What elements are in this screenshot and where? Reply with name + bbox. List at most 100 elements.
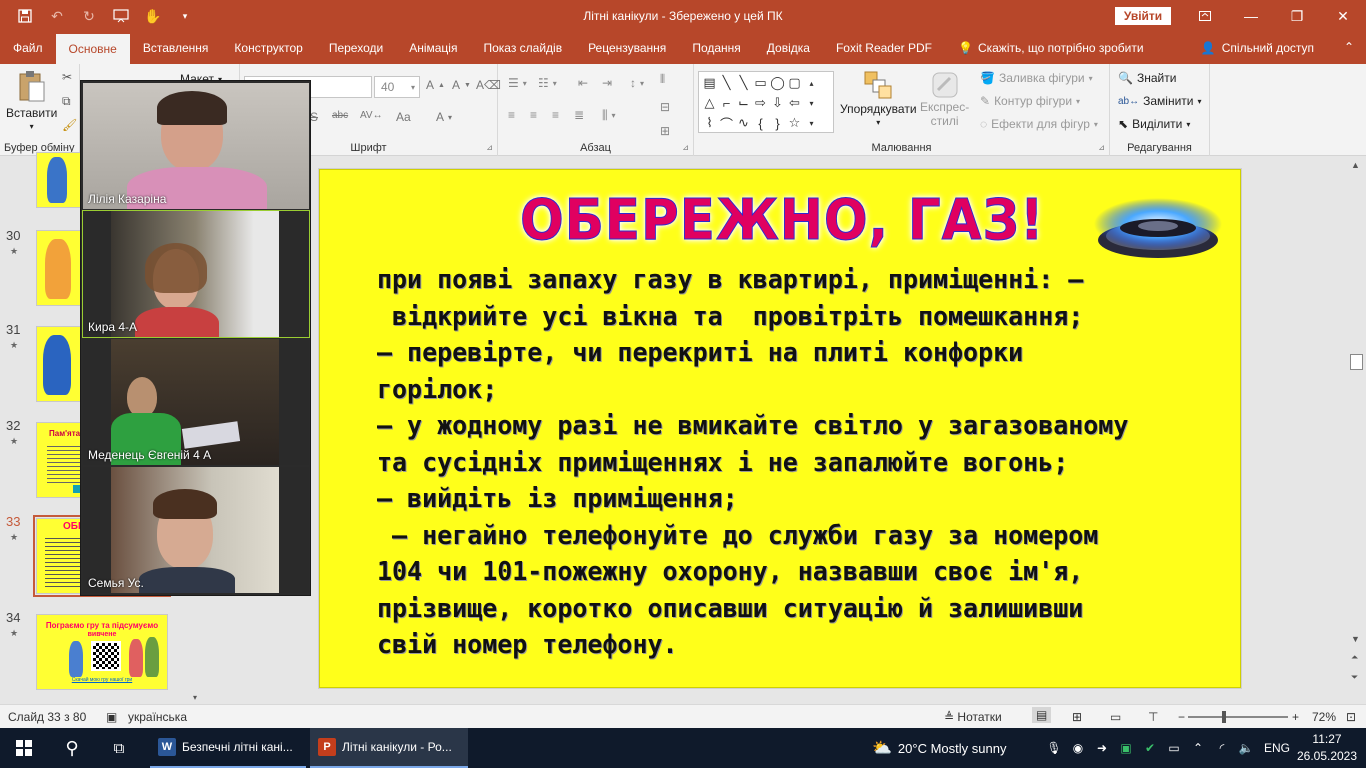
tab-file[interactable]: Файл <box>0 32 56 64</box>
textbox-shape-icon[interactable]: ▤ <box>701 73 718 93</box>
copy-icon[interactable]: ⧉ <box>62 94 71 109</box>
save-icon[interactable] <box>10 0 40 32</box>
start-button[interactable] <box>8 728 40 768</box>
font-size-box[interactable]: 40 ▾ <box>374 76 420 98</box>
tab-view[interactable]: Подання <box>679 32 753 64</box>
drawing-dialog-launcher-icon[interactable]: ⊿ <box>1098 143 1105 152</box>
taskbar-word-window[interactable]: W Безпечні літні кані... <box>150 728 306 768</box>
current-slide[interactable]: ОБЕРЕЖНО, ГАЗ! при появі запаху газу в к… <box>319 169 1241 688</box>
share-button[interactable]: 👤 Спільний доступ <box>1201 32 1314 64</box>
system-clock[interactable]: 11:27 26.05.2023 <box>1296 731 1358 765</box>
input-language[interactable]: ENG <box>1264 728 1290 768</box>
freeform-shape-icon[interactable]: ⌇ <box>701 113 718 133</box>
slide-body-text[interactable]: при появі запаху газу в квартирі, приміщ… <box>377 262 1174 664</box>
columns-icon[interactable]: ⫼ ▾ <box>602 108 616 123</box>
zoom-slider-thumb[interactable] <box>1222 711 1226 723</box>
star-shape-icon[interactable]: ☆ <box>786 113 803 133</box>
participant-tile[interactable]: Кира 4-А <box>82 210 310 338</box>
find-button[interactable]: 🔍 Знайти <box>1118 71 1176 85</box>
normal-view-icon[interactable]: ▤ <box>1032 707 1052 723</box>
line-shape-icon[interactable]: ╲ <box>735 73 752 93</box>
video-call-panel[interactable]: Лілія Казаріна Кира 4-А Меденець Євгеній… <box>80 80 311 596</box>
notes-button[interactable]: ≜ Нотатки <box>944 710 1002 724</box>
decrease-indent-icon[interactable]: ⇤ <box>578 76 588 90</box>
elbow-connector-icon[interactable]: ⌐ <box>718 93 735 113</box>
signin-button[interactable]: Увійти <box>1115 7 1171 25</box>
arrow-down-shape-icon[interactable]: ⇩ <box>769 93 786 113</box>
increase-indent-icon[interactable]: ⇥ <box>602 76 612 90</box>
zoom-out-icon[interactable]: − <box>1178 710 1185 724</box>
scroll-up-icon[interactable]: ▲ <box>1351 160 1360 170</box>
strikethrough-abc-icon[interactable]: abc <box>332 110 348 121</box>
rectangle-shape-icon[interactable]: ▭ <box>752 73 769 93</box>
tab-review[interactable]: Рецензування <box>575 32 679 64</box>
taskbar-powerpoint-window[interactable]: P Літні канікули - Ро... <box>310 728 468 768</box>
tab-home[interactable]: Основне <box>55 34 130 64</box>
participant-tile[interactable]: Семья Ус. <box>83 467 309 593</box>
smartart-icon[interactable]: ⊞ <box>660 124 670 138</box>
align-right-icon[interactable]: ≡ <box>552 108 559 122</box>
collapse-ribbon-icon[interactable]: ⌃ <box>1344 40 1354 54</box>
replace-button[interactable]: ab↔ Замінити ▾ <box>1118 94 1202 108</box>
start-from-beginning-icon[interactable] <box>106 0 136 32</box>
gallery-down-icon[interactable]: ▾ <box>803 93 820 113</box>
font-dialog-launcher-icon[interactable]: ⊿ <box>486 143 493 152</box>
network-icon[interactable]: ▭ <box>1166 740 1182 756</box>
language-indicator[interactable]: українська <box>128 710 187 724</box>
zoom-in-icon[interactable]: + <box>1292 710 1299 724</box>
previous-slide-icon[interactable]: ⏶ <box>1351 652 1358 663</box>
tab-slideshow[interactable]: Показ слайдів <box>470 32 575 64</box>
participant-tile[interactable]: Меденець Євгеній 4 А <box>83 339 309 465</box>
justify-icon[interactable]: ≣ <box>574 108 584 122</box>
wifi-icon[interactable]: ◜ <box>1214 740 1230 756</box>
weather-widget[interactable]: ⛅ 20°C Mostly sunny <box>872 728 1006 768</box>
volume-icon[interactable]: 🔈 <box>1238 740 1254 756</box>
select-button[interactable]: ⬉ Виділити ▾ <box>1118 117 1190 131</box>
shape-fill-button[interactable]: 🪣 Заливка фігури ▾ <box>980 71 1093 85</box>
ribbon-display-options-icon[interactable] <box>1182 0 1228 32</box>
slide-thumbnail-34[interactable]: Пограємо гру та підсумуємо вивчене Скача… <box>36 614 168 690</box>
increase-font-icon[interactable]: A ▲ <box>426 78 445 92</box>
minimize-icon[interactable]: — <box>1228 0 1274 32</box>
arrow-shape-icon[interactable]: ⇦ <box>786 93 803 113</box>
align-left-icon[interactable]: ≡ <box>508 108 515 122</box>
customize-qat-icon[interactable]: ▾ <box>170 0 200 32</box>
cut-icon[interactable]: ✂ <box>62 70 72 84</box>
arrange-button[interactable]: Упорядкувати ▾ <box>840 70 917 127</box>
tab-animations[interactable]: Анімація <box>396 32 470 64</box>
participant-tile[interactable]: Лілія Казаріна <box>83 83 309 209</box>
zoom-app-icon[interactable]: ◉ <box>1070 740 1086 756</box>
tab-transitions[interactable]: Переходи <box>316 32 396 64</box>
slideshow-icon[interactable]: ⊤ <box>1148 710 1158 724</box>
arrow-right-shape-icon[interactable]: ⇨ <box>752 93 769 113</box>
arc-shape-icon[interactable]: ⌒ <box>718 113 735 133</box>
tab-design[interactable]: Конструктор <box>221 32 315 64</box>
slide-sorter-icon[interactable]: ⊞ <box>1072 710 1082 724</box>
security-shield-icon[interactable]: ✔ <box>1142 740 1158 756</box>
character-spacing-icon[interactable]: AV↔ <box>360 110 383 121</box>
gallery-more-icon[interactable]: ▾ <box>803 113 820 133</box>
slide-title[interactable]: ОБЕРЕЖНО, ГАЗ! <box>520 188 1044 254</box>
rounded-rect-shape-icon[interactable]: ▢ <box>786 73 803 93</box>
zoom-level[interactable]: 72% <box>1312 710 1336 724</box>
line-spacing-icon[interactable]: ↕ ▾ <box>630 76 644 90</box>
spellcheck-icon[interactable]: ▣ <box>106 710 117 724</box>
brace-left-icon[interactable]: { <box>752 113 769 133</box>
undo-icon[interactable]: ↶ <box>42 0 72 32</box>
brace-right-icon[interactable]: } <box>769 113 786 133</box>
numbering-icon[interactable]: ☷ ▾ <box>538 76 557 90</box>
microphone-icon[interactable]: 🎙 <box>1046 740 1062 756</box>
elbow-connector-icon[interactable]: ⌙ <box>735 93 752 113</box>
arrow-app-icon[interactable]: ➜ <box>1094 740 1110 756</box>
close-icon[interactable]: ✕ <box>1320 0 1366 32</box>
tab-insert[interactable]: Вставлення <box>130 32 222 64</box>
shape-outline-button[interactable]: ✎ Контур фігури ▾ <box>980 94 1080 108</box>
text-direction-icon[interactable]: ⫴ <box>660 72 665 87</box>
tray-app-icon[interactable]: ▣ <box>1118 740 1134 756</box>
fit-slide-icon[interactable]: ⊡ <box>1346 710 1356 724</box>
scroll-down-icon[interactable]: ▼ <box>1351 634 1360 644</box>
reading-view-icon[interactable]: ▭ <box>1110 710 1121 724</box>
paragraph-dialog-launcher-icon[interactable]: ⊿ <box>682 143 689 152</box>
chevron-up-icon[interactable]: ⌃ <box>1190 740 1206 756</box>
touch-mode-icon[interactable]: ✋ <box>138 0 168 32</box>
